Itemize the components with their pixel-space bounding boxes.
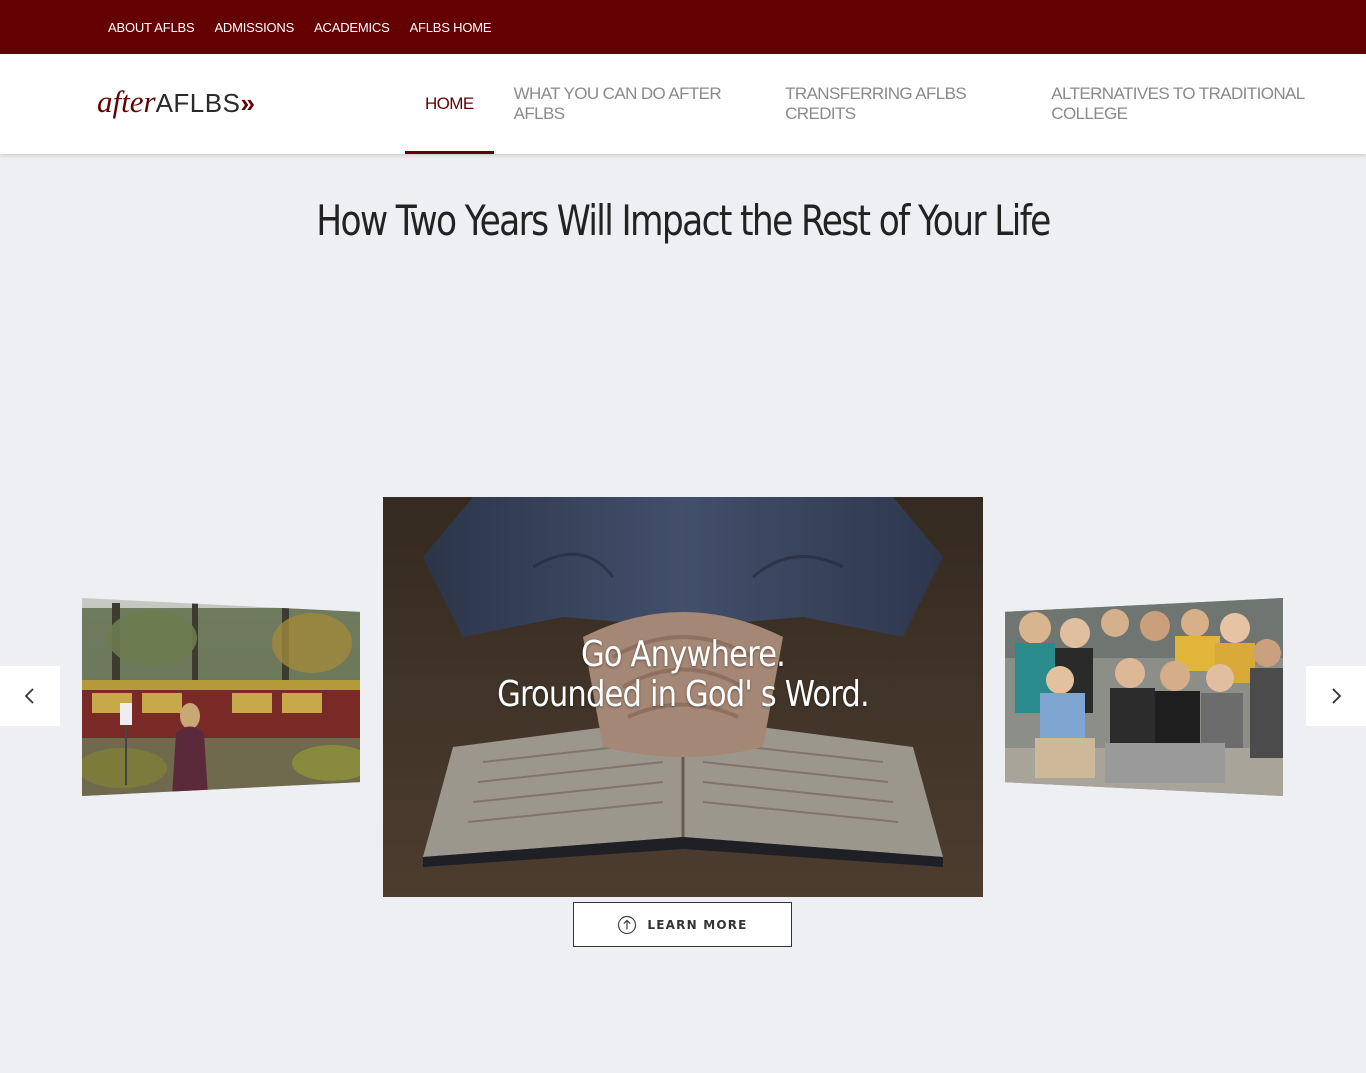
train-photo bbox=[82, 598, 360, 796]
arrow-up-circle-icon bbox=[618, 915, 637, 934]
nav-item-transferring-credits[interactable]: TRANSFERRING AFLBS CREDITS bbox=[765, 54, 1031, 154]
slide-caption-line-1: Go Anywhere. bbox=[580, 634, 786, 675]
main-nav: HOME WHAT YOU CAN DO AFTER AFLBS TRANSFE… bbox=[405, 54, 1366, 154]
page-headline: How Two Years Will Impact the Rest of Yo… bbox=[316, 196, 1051, 245]
site-header: afterAFLBS» HOME WHAT YOU CAN DO AFTER A… bbox=[0, 54, 1366, 154]
utility-link-aflbs-home[interactable]: AFLBS HOME bbox=[410, 20, 492, 35]
carousel-slide-next[interactable] bbox=[1005, 598, 1283, 796]
utility-link-about-aflbs[interactable]: ABOUT AFLBS bbox=[108, 20, 195, 35]
nav-item-what-you-can-do[interactable]: WHAT YOU CAN DO AFTER AFLBS bbox=[494, 54, 766, 154]
learn-more-button[interactable]: LEARN MORE bbox=[573, 902, 792, 947]
top-utility-bar: ABOUT AFLBS ADMISSIONS ACADEMICS AFLBS H… bbox=[0, 0, 1366, 54]
logo-chevron: » bbox=[240, 88, 255, 118]
learn-more-label: LEARN MORE bbox=[647, 917, 748, 932]
site-logo[interactable]: afterAFLBS» bbox=[97, 82, 255, 123]
chevron-left-icon bbox=[24, 688, 34, 704]
nav-item-alternatives[interactable]: ALTERNATIVES TO TRADITIONAL COLLEGE bbox=[1031, 54, 1366, 154]
carousel-slide-previous[interactable] bbox=[82, 598, 360, 796]
nav-item-home[interactable]: HOME bbox=[405, 54, 494, 154]
slide-caption-line-2: Grounded in God' s Word. bbox=[497, 674, 870, 715]
utility-nav: ABOUT AFLBS ADMISSIONS ACADEMICS AFLBS H… bbox=[108, 0, 492, 54]
slide-caption: Go Anywhere. Grounded in God' s Word. bbox=[428, 635, 938, 715]
carousel-slide-active[interactable]: Go Anywhere. Grounded in God' s Word. bbox=[383, 497, 983, 897]
chevron-right-icon bbox=[1332, 688, 1342, 704]
logo-aflbs-text: AFLBS bbox=[155, 88, 241, 118]
carousel-prev-button[interactable] bbox=[0, 666, 60, 726]
utility-link-admissions[interactable]: ADMISSIONS bbox=[214, 20, 294, 35]
logo-after-text: after bbox=[97, 84, 156, 119]
utility-link-academics[interactable]: ACADEMICS bbox=[314, 20, 390, 35]
carousel-next-button[interactable] bbox=[1306, 666, 1366, 726]
group-photo bbox=[1005, 598, 1283, 796]
